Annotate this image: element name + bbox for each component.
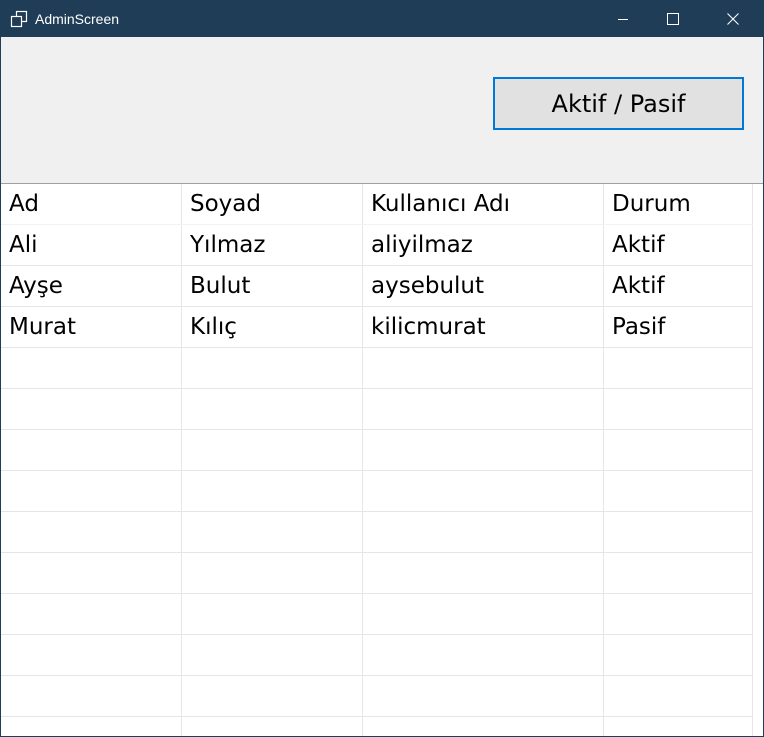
- empty-cell: [1, 429, 182, 471]
- empty-row: [1, 675, 753, 717]
- empty-cell: [362, 388, 604, 430]
- empty-row: [1, 347, 753, 389]
- empty-cell: [1, 347, 182, 389]
- column-header-kullanici-adi[interactable]: Kullanıcı Adı: [362, 184, 604, 225]
- empty-cell: [603, 347, 753, 389]
- empty-cell: [1, 716, 182, 736]
- empty-row: [1, 511, 753, 553]
- empty-cell: [603, 675, 753, 717]
- users-grid[interactable]: Ad Soyad Kullanıcı Adı Durum Ali Yılmaz …: [1, 183, 763, 736]
- cell-soyad[interactable]: Yılmaz: [181, 224, 363, 266]
- cell-ad[interactable]: Ali: [1, 224, 182, 266]
- empty-cell: [1, 552, 182, 594]
- empty-cell: [603, 511, 753, 553]
- cell-durum[interactable]: Aktif: [603, 224, 753, 266]
- table-row[interactable]: Murat Kılıç kilicmurat Pasif: [1, 306, 753, 348]
- empty-cell: [1, 593, 182, 635]
- cell-kullanici-adi[interactable]: aysebulut: [362, 265, 604, 307]
- empty-cell: [1, 634, 182, 676]
- empty-row: [1, 429, 753, 471]
- empty-cell: [1, 675, 182, 717]
- close-icon: [727, 13, 739, 25]
- column-header-durum[interactable]: Durum: [603, 184, 753, 225]
- empty-cell: [362, 511, 604, 553]
- header-row: Ad Soyad Kullanıcı Adı Durum: [1, 184, 753, 225]
- empty-cell: [181, 347, 363, 389]
- empty-row: [1, 552, 753, 594]
- empty-cell: [181, 511, 363, 553]
- empty-cell: [362, 552, 604, 594]
- cell-durum[interactable]: Pasif: [603, 306, 753, 348]
- cell-kullanici-adi[interactable]: aliyilmaz: [362, 224, 604, 266]
- empty-cell: [1, 511, 182, 553]
- empty-cell: [603, 470, 753, 512]
- cell-soyad[interactable]: Kılıç: [181, 306, 363, 348]
- empty-cell: [603, 634, 753, 676]
- empty-row: [1, 593, 753, 635]
- maximize-button[interactable]: [648, 1, 698, 37]
- minimize-button[interactable]: [598, 1, 648, 37]
- toolbar-panel: Aktif / Pasif: [1, 37, 763, 183]
- empty-cell: [181, 593, 363, 635]
- empty-cell: [181, 429, 363, 471]
- empty-cell: [1, 470, 182, 512]
- empty-cell: [362, 675, 604, 717]
- empty-cell: [181, 470, 363, 512]
- close-button[interactable]: [708, 1, 758, 37]
- empty-cell: [362, 429, 604, 471]
- maximize-icon: [667, 13, 679, 25]
- empty-cell: [362, 634, 604, 676]
- cell-soyad[interactable]: Bulut: [181, 265, 363, 307]
- toggle-status-button[interactable]: Aktif / Pasif: [493, 77, 744, 130]
- window-title: AdminScreen: [35, 11, 120, 27]
- users-table: Ad Soyad Kullanıcı Adı Durum Ali Yılmaz …: [1, 184, 753, 736]
- empty-row: [1, 634, 753, 676]
- empty-row: [1, 470, 753, 512]
- empty-cell: [1, 388, 182, 430]
- empty-cell: [603, 552, 753, 594]
- empty-row: [1, 716, 753, 736]
- title-bar[interactable]: AdminScreen: [1, 1, 763, 37]
- cell-durum[interactable]: Aktif: [603, 265, 753, 307]
- empty-cell: [362, 347, 604, 389]
- empty-cell: [181, 716, 363, 736]
- empty-cell: [603, 716, 753, 736]
- cell-ad[interactable]: Ayşe: [1, 265, 182, 307]
- app-window-icon: [10, 10, 28, 28]
- empty-cell: [362, 593, 604, 635]
- empty-cell: [603, 388, 753, 430]
- empty-cell: [181, 634, 363, 676]
- empty-cell: [603, 593, 753, 635]
- empty-cell: [362, 716, 604, 736]
- empty-cell: [181, 675, 363, 717]
- empty-cell: [181, 552, 363, 594]
- minimize-icon: [617, 13, 629, 25]
- empty-cell: [362, 470, 604, 512]
- table-row[interactable]: Ayşe Bulut aysebulut Aktif: [1, 265, 753, 307]
- cell-ad[interactable]: Murat: [1, 306, 182, 348]
- empty-rows: [1, 347, 753, 736]
- empty-cell: [603, 429, 753, 471]
- table-row[interactable]: Ali Yılmaz aliyilmaz Aktif: [1, 224, 753, 266]
- admin-window: AdminScreen Aktif / Pasif Ad Soyad Kulla…: [0, 0, 764, 737]
- cell-kullanici-adi[interactable]: kilicmurat: [362, 306, 604, 348]
- empty-row: [1, 388, 753, 430]
- column-header-soyad[interactable]: Soyad: [181, 184, 363, 225]
- empty-cell: [181, 388, 363, 430]
- column-header-ad[interactable]: Ad: [1, 184, 182, 225]
